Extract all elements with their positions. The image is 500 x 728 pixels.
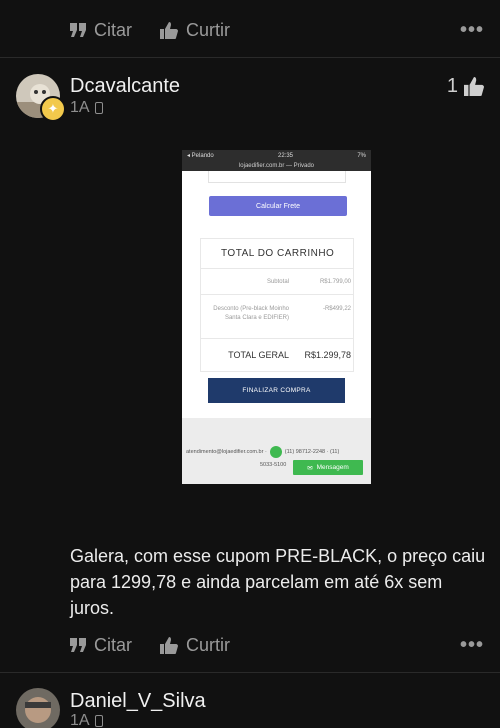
post-time: 1A: [70, 99, 90, 116]
quote-icon: [70, 23, 86, 37]
post-meta: 1A: [70, 99, 103, 117]
like-label: Curtir: [186, 634, 231, 655]
discount-row: Desconto (Pre-black Moinho Santa Clara e…: [201, 295, 353, 339]
like-button[interactable]: Curtir: [160, 635, 230, 656]
like-button[interactable]: Curtir: [160, 20, 230, 41]
thumbs-up-icon: [160, 636, 179, 654]
calc-shipping-button: Calcular Frete: [209, 196, 347, 216]
phone-status-bar: ◂ Pelando 22:35 7%: [182, 150, 371, 161]
browser-url: lojaedifier.com.br — Privado: [182, 161, 371, 171]
discount-label: Desconto (Pre-black Moinho Santa Clara e…: [213, 306, 289, 321]
contact-phone-2: 5033-5100: [260, 462, 287, 468]
total-row: TOTAL GERAL R$1.299,78: [201, 339, 353, 371]
thumbs-up-icon: [160, 21, 179, 39]
next-post-time: 1A: [70, 712, 90, 728]
contact-email: atendimento@lojaedifier.com.br ·: [186, 449, 267, 455]
rank-badge-icon: ✦: [40, 96, 66, 122]
finish-purchase-button: FINALIZAR COMPRA: [208, 378, 345, 403]
next-post-meta: 1A: [70, 712, 103, 728]
whatsapp-icon: [269, 446, 282, 458]
likes-count: 1: [446, 75, 458, 97]
cep-input: [208, 171, 346, 183]
status-time: 22:35: [278, 152, 294, 159]
message-button: ✉ Mensagem: [293, 460, 363, 475]
quote-button[interactable]: Citar: [70, 20, 132, 41]
quote-icon: [70, 638, 86, 652]
post-action-bar: Citar Curtir •••: [0, 625, 500, 665]
total-value: R$1.299,78: [304, 350, 351, 360]
subtotal-row: Subtotal R$1.799,00: [201, 269, 353, 295]
cart-title: TOTAL DO CARRINHO: [201, 239, 353, 269]
post-body: Galera, com esse cupom PRE-BLACK, o preç…: [70, 546, 486, 618]
store-footer: atendimento@lojaedifier.com.br · (11) 98…: [182, 418, 371, 484]
post-likes[interactable]: 1: [447, 75, 484, 98]
top-action-bar: Citar Curtir •••: [0, 10, 500, 50]
avatar[interactable]: [16, 688, 60, 728]
divider: [0, 672, 500, 673]
discount-value: -R$499,22: [322, 306, 351, 312]
mobile-icon: [94, 715, 103, 727]
message-label: Mensagem: [316, 464, 349, 471]
next-post-username[interactable]: Daniel_V_Silva: [70, 690, 206, 713]
quote-button[interactable]: Citar: [70, 635, 132, 656]
status-battery: 7%: [357, 152, 366, 159]
embedded-screenshot[interactable]: ◂ Pelando 22:35 7% lojaedifier.com.br — …: [182, 150, 371, 484]
mobile-icon: [94, 102, 103, 114]
contact-line: atendimento@lojaedifier.com.br · (11) 98…: [186, 446, 339, 458]
cart-totals: TOTAL DO CARRINHO Subtotal R$1.799,00 De…: [200, 238, 354, 372]
quote-label: Citar: [94, 19, 133, 40]
contact-phone: (11) 98712-2248 · (11): [284, 449, 340, 455]
quote-label: Citar: [94, 634, 133, 655]
status-carrier: ◂ Pelando: [187, 153, 214, 159]
divider: [0, 57, 500, 58]
subtotal-value: R$1.799,00: [319, 278, 351, 285]
thumbs-up-icon: [464, 77, 484, 96]
mail-icon: ✉: [307, 464, 313, 472]
post-username[interactable]: Dcavalcante: [70, 75, 180, 98]
like-label: Curtir: [186, 19, 231, 40]
more-options-button[interactable]: •••: [460, 634, 484, 657]
more-options-button[interactable]: •••: [460, 19, 484, 42]
subtotal-label: Subtotal: [266, 278, 289, 285]
total-label: TOTAL GERAL: [228, 350, 289, 360]
